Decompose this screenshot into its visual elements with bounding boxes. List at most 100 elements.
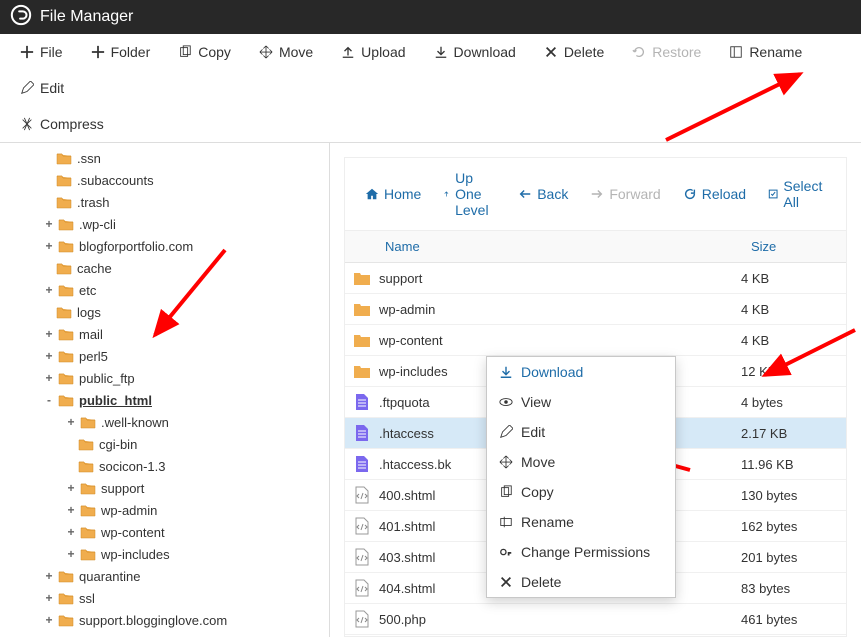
tree-label: .trash xyxy=(77,195,110,210)
tree-node[interactable]: + quarantine xyxy=(0,565,329,587)
tree-label: quarantine xyxy=(79,569,140,584)
ctx-download[interactable]: Download xyxy=(487,357,675,387)
tree-node[interactable]: cgi-bin xyxy=(0,433,329,455)
file-size: 83 bytes xyxy=(741,581,846,596)
code-icon xyxy=(345,548,379,566)
tree-label: cgi-bin xyxy=(99,437,137,452)
ctx-move[interactable]: Move xyxy=(487,447,675,477)
expander-icon[interactable]: + xyxy=(42,327,56,341)
select-all-button[interactable]: Select All xyxy=(758,166,836,222)
folder-icon xyxy=(345,331,379,349)
tree-label: .ssn xyxy=(77,151,101,166)
expander-icon[interactable]: + xyxy=(42,239,56,253)
tree-node[interactable]: +wp-admin xyxy=(0,499,329,521)
tree-node[interactable]: +perl5 xyxy=(0,345,329,367)
folder-button[interactable]: Folder xyxy=(77,34,165,70)
file-button[interactable]: File xyxy=(6,34,77,70)
file-size: 11.96 KB xyxy=(741,457,846,472)
folder-icon xyxy=(345,269,379,287)
column-size[interactable]: Size xyxy=(741,231,846,262)
tree-node[interactable]: +.well-known xyxy=(0,411,329,433)
file-size: 12 KB xyxy=(741,364,846,379)
expander-icon[interactable]: + xyxy=(64,415,78,429)
tree-node[interactable]: +.wp-cli xyxy=(0,213,329,235)
tree-node[interactable]: +wp-content xyxy=(0,521,329,543)
file-name: wp-admin xyxy=(379,302,741,317)
code-icon xyxy=(345,579,379,597)
edit-button[interactable]: Edit xyxy=(6,70,78,106)
code-icon xyxy=(345,486,379,504)
file-size: 4 KB xyxy=(741,333,846,348)
expander-icon[interactable]: + xyxy=(64,547,78,561)
expander-icon[interactable]: + xyxy=(42,569,56,583)
file-size: 461 bytes xyxy=(741,612,846,627)
file-name: support xyxy=(379,271,741,286)
tree-label: logs xyxy=(77,305,101,320)
ctx-view[interactable]: View xyxy=(487,387,675,417)
table-row[interactable]: 500.php461 bytes xyxy=(345,604,846,635)
tree-label: socicon-1.3 xyxy=(99,459,165,474)
folder-icon xyxy=(345,362,379,380)
tree-node[interactable]: logs xyxy=(0,301,329,323)
tree-node[interactable]: +etc xyxy=(0,279,329,301)
tree-node[interactable]: .subaccounts xyxy=(0,169,329,191)
ctx-edit[interactable]: Edit xyxy=(487,417,675,447)
tree-label: support xyxy=(101,481,144,496)
copy-button[interactable]: Copy xyxy=(164,34,245,70)
ctx-change-permissions[interactable]: Change Permissions xyxy=(487,537,675,567)
tree-node[interactable]: + blogforportfolio.com xyxy=(0,235,329,257)
expander-icon[interactable]: + xyxy=(42,371,56,385)
expander-icon[interactable]: + xyxy=(42,349,56,363)
expander-icon[interactable]: + xyxy=(64,525,78,539)
file-size: 162 bytes xyxy=(741,519,846,534)
tree-node[interactable]: cache xyxy=(0,257,329,279)
expander-icon[interactable]: - xyxy=(42,393,56,407)
tree-node[interactable]: .trash xyxy=(0,191,329,213)
expander-icon[interactable]: + xyxy=(42,613,56,627)
back-button[interactable]: Back xyxy=(508,166,578,222)
tree-node[interactable]: + support xyxy=(0,477,329,499)
code-icon xyxy=(345,517,379,535)
tree-node[interactable]: +tmp xyxy=(0,631,329,637)
table-row[interactable]: wp-admin4 KB xyxy=(345,294,846,325)
file-size: 4 KB xyxy=(741,271,846,286)
rename-button[interactable]: Rename xyxy=(715,34,816,70)
reload-button[interactable]: Reload xyxy=(673,166,756,222)
download-button[interactable]: Download xyxy=(420,34,530,70)
ctx-copy[interactable]: Copy xyxy=(487,477,675,507)
upload-button[interactable]: Upload xyxy=(327,34,419,70)
folder-icon xyxy=(345,300,379,318)
content-toolbar: Home Up One Level Back Forward Reload Se… xyxy=(344,157,847,230)
table-row[interactable]: wp-content4 KB xyxy=(345,325,846,356)
tree-node[interactable]: +wp-includes xyxy=(0,543,329,565)
tree-node[interactable]: + public_ftp xyxy=(0,367,329,389)
delete-button[interactable]: Delete xyxy=(530,34,618,70)
up-one-level-button[interactable]: Up One Level xyxy=(433,166,506,222)
compress-button[interactable]: Compress xyxy=(6,106,118,142)
tree-node[interactable]: + support.blogginglove.com xyxy=(0,609,329,631)
expander-icon[interactable]: + xyxy=(42,217,56,231)
column-name[interactable]: Name xyxy=(345,231,741,262)
file-name: wp-content xyxy=(379,333,741,348)
home-button[interactable]: Home xyxy=(355,166,431,222)
expander-icon[interactable]: + xyxy=(42,283,56,297)
tree-label: support.blogginglove.com xyxy=(79,613,227,628)
folder-tree[interactable]: .ssn.subaccounts.trash+.wp-cli+blogforpo… xyxy=(0,143,330,637)
tree-node[interactable]: -public_html xyxy=(0,389,329,411)
file-size: 201 bytes xyxy=(741,550,846,565)
tree-node[interactable]: .ssn xyxy=(0,147,329,169)
expander-icon[interactable]: + xyxy=(64,481,78,495)
ctx-delete[interactable]: Delete xyxy=(487,567,675,597)
code-icon xyxy=(345,610,379,628)
ctx-rename[interactable]: Rename xyxy=(487,507,675,537)
tree-label: public_ftp xyxy=(79,371,135,386)
tree-label: blogforportfolio.com xyxy=(79,239,193,254)
tree-node[interactable]: socicon-1.3 xyxy=(0,455,329,477)
doc-icon xyxy=(345,393,379,411)
tree-node[interactable]: +mail xyxy=(0,323,329,345)
tree-node[interactable]: +ssl xyxy=(0,587,329,609)
move-button[interactable]: Move xyxy=(245,34,327,70)
expander-icon[interactable]: + xyxy=(64,503,78,517)
table-row[interactable]: support4 KB xyxy=(345,263,846,294)
expander-icon[interactable]: + xyxy=(42,591,56,605)
